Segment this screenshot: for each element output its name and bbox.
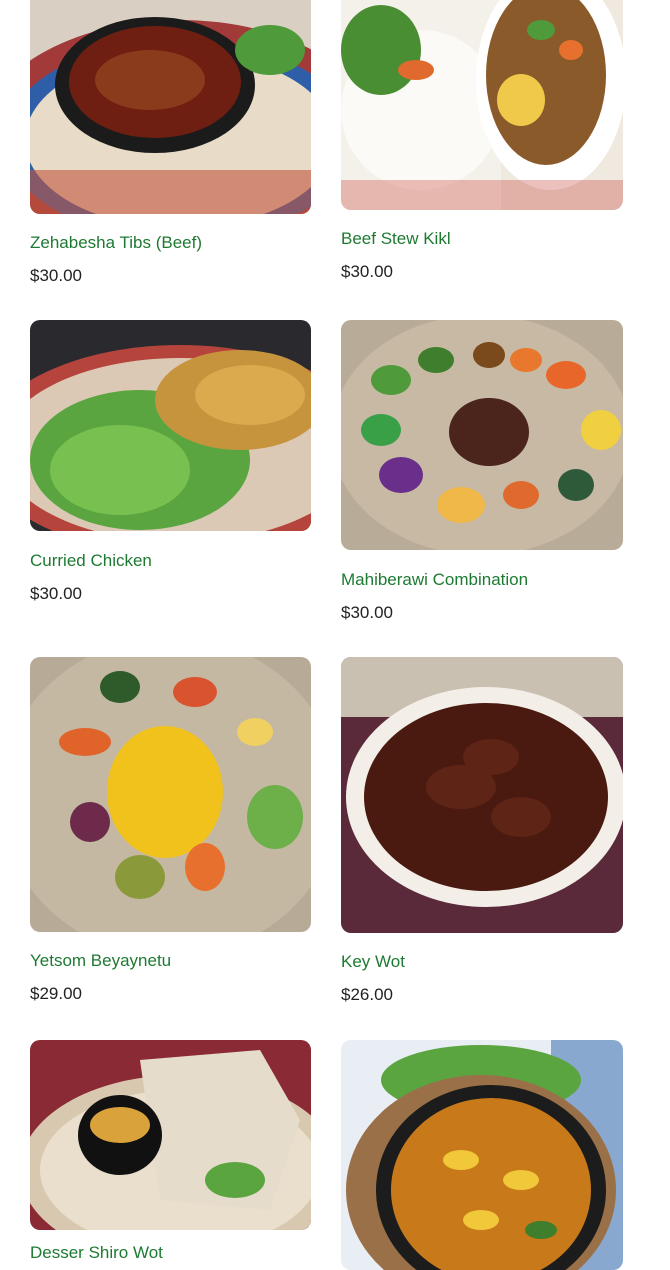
product-price: $30.00 [30,266,82,285]
product-title[interactable]: Key Wot [341,952,405,972]
product-title[interactable]: Beef Stew Kikl [341,229,451,249]
product-title[interactable]: Desser Shiro Wot [30,1243,163,1263]
product-price: $29.00 [30,984,82,1003]
product-image[interactable] [30,1040,311,1230]
product-price: $30.00 [341,262,393,281]
product-title[interactable]: Mahiberawi Combination [341,570,528,590]
product-price: $30.00 [341,603,393,622]
product-title[interactable]: Zehabesha Tibs (Beef) [30,233,202,253]
product-image[interactable] [341,0,623,210]
product-image[interactable] [341,320,623,550]
product-title[interactable]: Curried Chicken [30,551,152,571]
product-title[interactable]: Yetsom Beyaynetu [30,951,171,971]
product-price: $26.00 [341,985,393,1004]
product-image[interactable] [341,657,623,933]
product-image[interactable] [30,320,311,531]
product-image[interactable] [30,0,311,214]
product-image[interactable] [30,657,311,932]
product-image[interactable] [341,1040,623,1270]
product-price: $30.00 [30,584,82,603]
